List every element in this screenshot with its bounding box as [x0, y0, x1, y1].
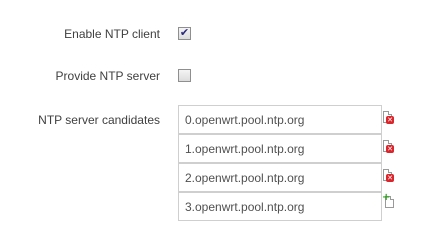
ntp-server-input-1[interactable] — [178, 134, 382, 163]
remove-entry-icon[interactable]: ✕ — [382, 169, 394, 183]
enable-ntp-client-checkbox[interactable]: ✔ — [178, 26, 191, 40]
ntp-server-candidates-label: NTP server candidates — [38, 113, 160, 127]
ntp-server-input-2[interactable] — [178, 163, 382, 192]
provide-ntp-server-label: Provide NTP server — [55, 69, 160, 83]
remove-badge-icon: ✕ — [386, 116, 394, 124]
enable-ntp-client-label: Enable NTP client — [64, 27, 160, 41]
ntp-server-input-3[interactable] — [178, 192, 382, 221]
remove-entry-icon[interactable]: ✕ — [382, 140, 394, 154]
remove-entry-icon[interactable]: ✕ — [382, 111, 394, 125]
remove-badge-icon: ✕ — [386, 174, 394, 182]
checkmark-icon: ✔ — [179, 26, 190, 39]
add-entry-icon[interactable]: + — [382, 192, 394, 210]
provide-ntp-server-checkbox[interactable] — [178, 69, 191, 82]
add-badge-icon: + — [382, 192, 391, 203]
ntp-server-input-0[interactable] — [178, 105, 382, 134]
remove-badge-icon: ✕ — [386, 145, 394, 153]
